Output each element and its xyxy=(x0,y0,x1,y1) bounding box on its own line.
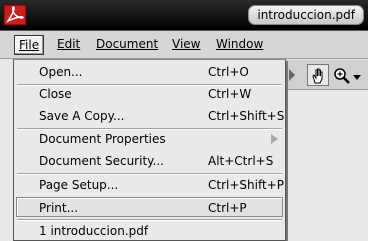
menu-edit[interactable]: Edit xyxy=(53,35,84,55)
menu-item-page-setup[interactable]: Page Setup... Ctrl+Shift+P xyxy=(16,175,284,195)
title-bar: introduccion.pdf xyxy=(0,0,368,31)
menu-item-recent-file-1[interactable]: 1 introduccion.pdf xyxy=(16,221,283,241)
menu-file[interactable]: File xyxy=(14,35,45,55)
menu-view[interactable]: View xyxy=(168,35,204,55)
menu-item-open[interactable]: Open... Ctrl+O xyxy=(16,62,283,82)
menu-item-save-a-copy[interactable]: Save A Copy... Ctrl+Shift+S xyxy=(16,106,284,126)
dropdown-arrow-icon[interactable] xyxy=(349,64,363,86)
acrobat-reader-icon[interactable] xyxy=(3,4,27,26)
submenu-arrow-icon xyxy=(271,134,278,144)
menu-item-document-security[interactable]: Document Security... Alt+Ctrl+S xyxy=(16,151,283,171)
file-menu-dropdown: Open... Ctrl+O Close Ctrl+W Save A Copy.… xyxy=(13,59,286,241)
menu-document[interactable]: Document xyxy=(92,35,162,55)
menu-item-close[interactable]: Close Ctrl+W xyxy=(16,84,283,104)
window-title: introduccion.pdf xyxy=(248,5,364,25)
hand-tool-icon[interactable] xyxy=(307,64,329,86)
menu-item-print[interactable]: Print... Ctrl+P xyxy=(16,197,283,217)
toolbar xyxy=(285,60,368,90)
menu-window[interactable]: Window xyxy=(212,35,267,55)
menu-item-document-properties[interactable]: Document Properties xyxy=(16,129,283,149)
menu-bar: File Edit Document View Window xyxy=(0,31,368,59)
toolbar-separator xyxy=(287,65,297,85)
